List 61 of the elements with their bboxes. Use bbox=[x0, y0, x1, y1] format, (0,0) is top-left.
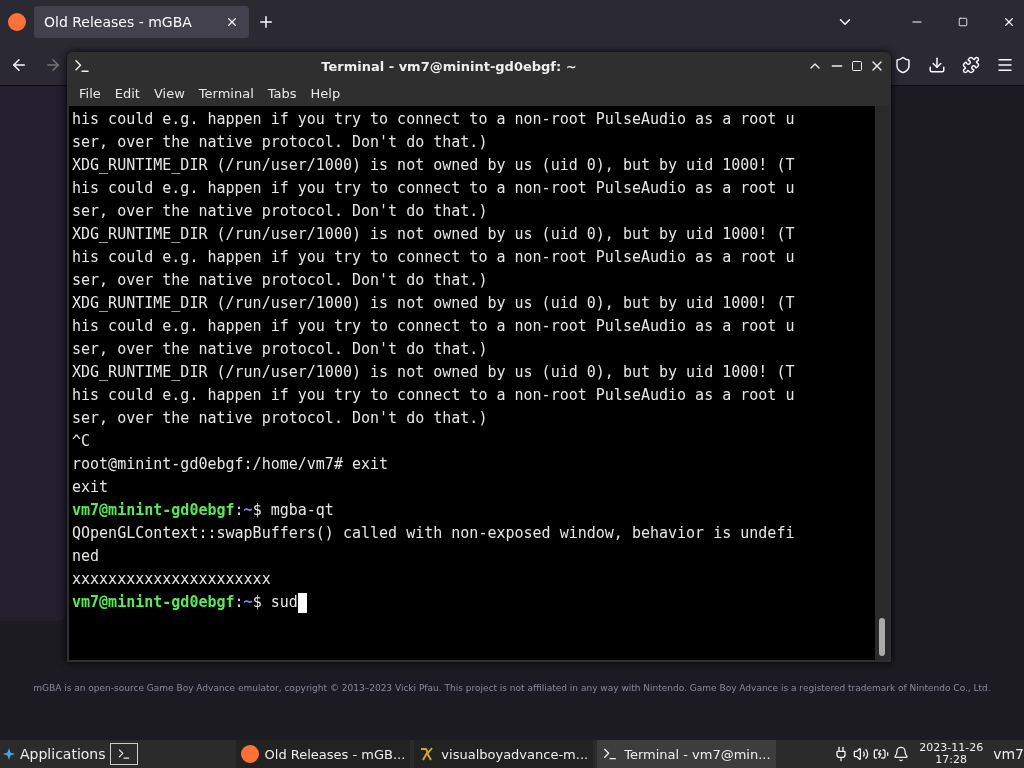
terminal-line: QOpenGLContext::swapBuffers() called with non-exposed window, behavior is undefi bbox=[72, 523, 795, 544]
terminal-line: XDG_RUNTIME_DIR (/run/user/1000) is not owned by us (uid 0), but by uid 1000! (T bbox=[72, 362, 795, 383]
terminal-line: ser, over the native protocol. Don't do that.) bbox=[72, 270, 488, 291]
terminal-line: ser, over the native protocol. Don't do that.) bbox=[72, 339, 488, 360]
terminal-line: ser, over the native protocol. Don't do that.) bbox=[72, 201, 488, 222]
terminal-line: XDG_RUNTIME_DIR (/run/user/1000) is not owned by us (uid 0), but by uid 1000! (T bbox=[72, 155, 795, 176]
terminal-line: XDG_RUNTIME_DIR (/run/user/1000) is not owned by us (uid 0), but by uid 1000! (T bbox=[72, 293, 795, 314]
terminal-icon bbox=[602, 746, 619, 762]
menu-item[interactable]: Help bbox=[304, 83, 347, 103]
bell-icon[interactable] bbox=[893, 746, 910, 762]
taskbar-task[interactable]: visualboyadvance-m... bbox=[414, 740, 594, 768]
terminal-icon bbox=[116, 747, 131, 761]
terminal-icon bbox=[73, 57, 91, 75]
download-icon[interactable] bbox=[928, 55, 946, 74]
terminal-line: exit bbox=[72, 477, 109, 498]
applications-icon bbox=[2, 747, 16, 761]
prompt-user-host: vm7@minint-gd0ebgf bbox=[72, 500, 235, 521]
terminal-line: his could e.g. happen if you try to connect to a non-root PulseAudio as a root u bbox=[72, 178, 795, 199]
terminal-line: his could e.g. happen if you try to connect to a non-root PulseAudio as a root u bbox=[72, 316, 795, 337]
applications-button[interactable]: Applications bbox=[2, 746, 106, 762]
window-title: Terminal - vm7@minint-gd0ebgf: ~ bbox=[320, 58, 578, 74]
menu-item[interactable]: File bbox=[73, 83, 107, 103]
maximize-icon[interactable] bbox=[851, 60, 863, 72]
terminal-line: xxxxxxxxxxxxxxxxxxxxxx bbox=[72, 569, 271, 590]
prompt-separator: : bbox=[234, 500, 244, 521]
terminal-line: XDG_RUNTIME_DIR (/run/user/1000) is not owned by us (uid 0), but by uid 1000! (T bbox=[72, 224, 795, 245]
terminal-line: ned bbox=[72, 546, 100, 567]
menu-item[interactable]: View bbox=[147, 83, 191, 103]
terminal-line: ser, over the native protocol. Don't do that.) bbox=[72, 408, 488, 429]
terminal-line: his could e.g. happen if you try to connect to a non-root PulseAudio as a root u bbox=[72, 247, 795, 268]
terminal-line: ser, over the native protocol. Don't do that.) bbox=[72, 132, 488, 153]
browser-tab[interactable]: Old Releases - mGBA bbox=[34, 6, 249, 38]
prompt-path: ~ bbox=[243, 592, 253, 613]
volume-icon[interactable] bbox=[853, 746, 870, 762]
prompt-separator: : bbox=[234, 592, 244, 613]
terminal-line: his could e.g. happen if you try to connect to a non-root PulseAudio as a root u bbox=[72, 109, 795, 130]
menu-item[interactable]: Terminal bbox=[192, 83, 260, 103]
terminal-line: root@minint-gd0ebgf:/home/vm7# exit bbox=[72, 454, 389, 475]
user-name: vm7 bbox=[993, 746, 1024, 762]
new-tab-icon[interactable] bbox=[257, 13, 275, 31]
taskbar-task[interactable]: Old Releases - mGB... bbox=[235, 740, 411, 768]
command-text: sud bbox=[270, 592, 298, 613]
prompt-symbol: $ bbox=[252, 500, 262, 521]
command-text: mgba-qt bbox=[270, 500, 334, 521]
menu-item[interactable]: Edit bbox=[108, 83, 146, 103]
footer-text: mGBA is an open-source Game Boy Advance emulator, copyright © 2013–2023 Vicki Pfau. This project is not affiliated in any way with Nintendo. Game Boy Advance is a registered trademark of Nintendo Co., Ltd. bbox=[32, 683, 992, 693]
taskbar-task[interactable]: Terminal - vm7@min... bbox=[597, 740, 776, 768]
clock[interactable]: 2023-11-26 17:28 bbox=[919, 742, 984, 766]
extensions-icon[interactable] bbox=[962, 55, 980, 74]
terminal-launcher[interactable] bbox=[109, 743, 138, 765]
shield-icon[interactable] bbox=[894, 55, 912, 74]
close-icon[interactable] bbox=[1002, 15, 1016, 29]
prompt-user-host: vm7@minint-gd0ebgf bbox=[72, 592, 235, 613]
prompt-path: ~ bbox=[243, 500, 253, 521]
prompt-symbol: $ bbox=[252, 592, 262, 613]
terminal-line: his could e.g. happen if you try to connect to a non-root PulseAudio as a root u bbox=[72, 385, 795, 406]
menu-item[interactable]: Tabs bbox=[261, 83, 303, 103]
close-icon[interactable] bbox=[225, 15, 239, 29]
battery-icon[interactable] bbox=[873, 746, 890, 762]
terminal-line: ^C bbox=[72, 431, 91, 452]
scrollbar-thumb[interactable] bbox=[879, 618, 885, 656]
